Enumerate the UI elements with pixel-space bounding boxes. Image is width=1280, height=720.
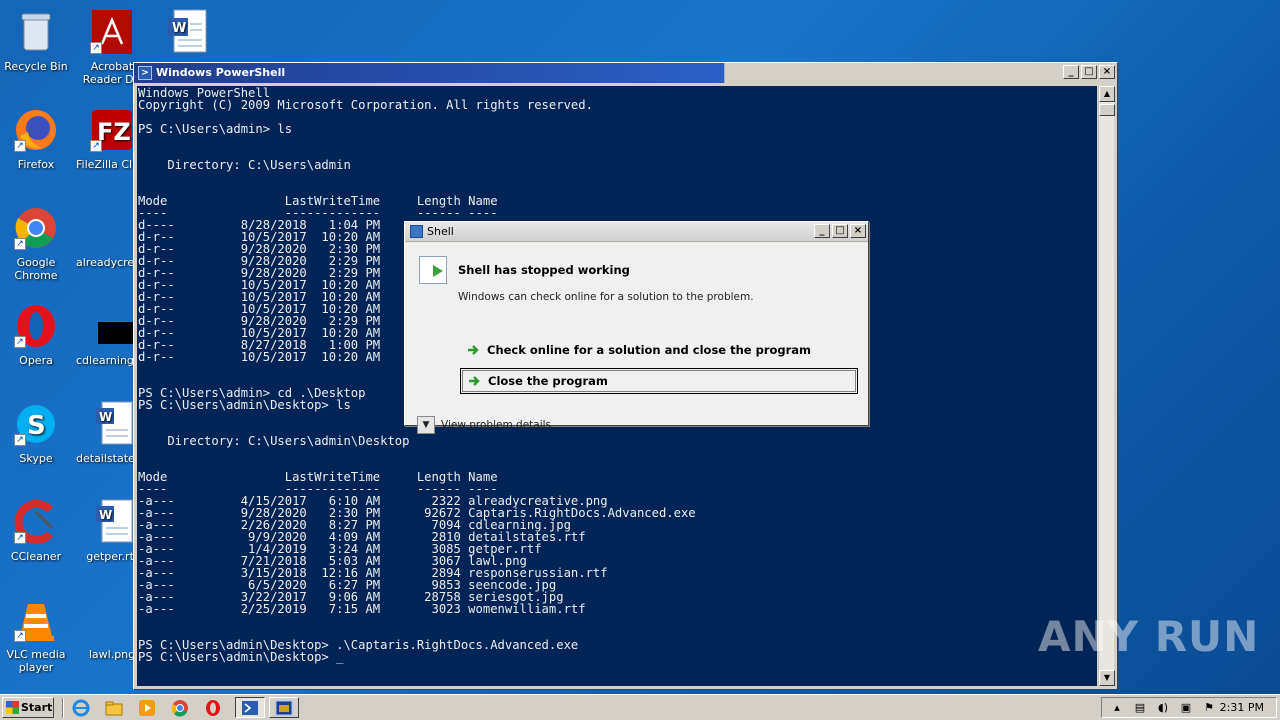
dialog-close-button[interactable]: × — [850, 224, 866, 238]
scroll-thumb[interactable] — [1099, 104, 1115, 116]
image-file-icon — [88, 204, 136, 252]
desktop-icon-firefox[interactable]: ↗ Firefox — [0, 106, 72, 171]
check-online-option[interactable]: Check online for a solution and close th… — [460, 338, 858, 364]
minimize-button[interactable]: _ — [1063, 65, 1079, 79]
image-file-icon — [88, 302, 138, 350]
svg-text:W: W — [99, 410, 112, 424]
svg-text:W: W — [99, 508, 112, 522]
volume-icon[interactable]: ◖) — [1155, 701, 1171, 714]
desktop-icon-opera[interactable]: ↗ Opera — [0, 302, 72, 367]
desktop-icon-recycle-bin[interactable]: Recycle Bin — [0, 8, 72, 73]
filezilla-icon: FZ ↗ — [88, 106, 136, 154]
image-file-icon — [88, 596, 136, 644]
shortcut-arrow-icon: ↗ — [14, 630, 26, 642]
internet-explorer-icon[interactable] — [70, 698, 92, 718]
shortcut-arrow-icon: ↗ — [90, 42, 102, 54]
start-button[interactable]: Start — [2, 697, 54, 718]
display-icon[interactable]: ▣ — [1178, 701, 1194, 714]
desktop-icon-word-doc-top[interactable]: W — [152, 8, 224, 60]
word-document-icon: W — [88, 400, 136, 448]
network-icon[interactable]: ▤ — [1132, 701, 1148, 714]
powershell-icon — [242, 700, 258, 715]
desktop-icon-label: CCleaner — [10, 550, 62, 563]
expand-tray-icon[interactable]: ▴ — [1109, 701, 1125, 714]
view-problem-details-toggle[interactable]: ▼ View problem details — [417, 416, 551, 434]
desktop-icon-label: VLC media player — [6, 648, 66, 674]
dialog-maximize-button[interactable]: □ — [832, 224, 848, 238]
dialog-heading: Shell has stopped working — [458, 263, 630, 277]
dialog-body: Shell has stopped working Windows can ch… — [405, 243, 868, 434]
view-details-label: View problem details — [441, 419, 552, 431]
opera-icon: ↗ — [12, 302, 60, 350]
desktop-icon-label: Recycle Bin — [4, 60, 68, 73]
dialog-subtext: Windows can check online for a solution … — [458, 291, 754, 303]
acrobat-icon: ↗ — [88, 8, 136, 56]
action-center-flag-icon[interactable]: ⚑ — [1201, 701, 1217, 714]
anyrun-watermark: ANY RUN — [1038, 612, 1260, 661]
dialog-title: Shell — [427, 225, 454, 238]
desktop-icon-label: Google Chrome — [14, 256, 58, 282]
shortcut-arrow-icon: ↗ — [14, 434, 26, 446]
taskbar: Start ▴ ▤ ◖) ▣ ⚑ 2:31 PM — [0, 694, 1280, 720]
green-arrow-icon — [468, 345, 479, 355]
vertical-scrollbar[interactable]: ▲ ▼ — [1098, 86, 1115, 686]
green-arrow-icon — [469, 376, 480, 386]
word-document-icon: W — [88, 498, 136, 546]
shell-window-icon — [275, 700, 293, 715]
window-title: Windows PowerShell — [156, 66, 286, 79]
shortcut-arrow-icon: ↗ — [14, 238, 26, 250]
close-program-label: Close the program — [488, 374, 608, 388]
recycle-bin-icon — [12, 8, 60, 56]
skype-icon: S ↗ — [12, 400, 60, 448]
close-program-option[interactable]: Close the program — [460, 368, 858, 394]
shortcut-arrow-icon: ↗ — [14, 140, 26, 152]
taskbar-shell-button[interactable] — [269, 697, 299, 718]
dialog-titlebar[interactable]: Shell _ □ × — [405, 222, 868, 242]
svg-text:W: W — [172, 21, 186, 36]
scroll-up-arrow-icon[interactable]: ▲ — [1099, 86, 1115, 102]
vlc-icon: ↗ — [12, 596, 60, 644]
word-document-icon: W — [164, 8, 212, 56]
shell-icon — [410, 225, 423, 238]
scroll-down-arrow-icon[interactable]: ▼ — [1099, 670, 1115, 686]
powershell-icon: > — [138, 66, 152, 80]
system-tray: ▴ ▤ ◖) ▣ ⚑ 2:31 PM — [1101, 697, 1277, 718]
desktop-icon-google-chrome[interactable]: ↗ Google Chrome — [0, 204, 72, 282]
chevron-down-icon[interactable]: ▼ — [417, 416, 435, 434]
ccleaner-icon: ↗ — [12, 498, 60, 546]
chrome-icon[interactable] — [169, 698, 191, 718]
desktop-icon-skype[interactable]: S ↗ Skype — [0, 400, 72, 465]
shortcut-arrow-icon: ↗ — [14, 532, 26, 544]
desktop-icon-label: Firefox — [17, 158, 55, 171]
desktop-icon-label: Skype — [19, 452, 53, 465]
close-button[interactable]: × — [1099, 65, 1115, 79]
chrome-icon: ↗ — [12, 204, 60, 252]
start-label: Start — [21, 701, 53, 714]
firefox-icon: ↗ — [12, 106, 60, 154]
clock[interactable]: 2:31 PM — [1220, 701, 1264, 714]
desktop-icon-label: Opera — [19, 354, 53, 367]
taskbar-powershell-button[interactable] — [235, 697, 265, 718]
windows-logo-icon — [6, 701, 19, 714]
svg-text:S: S — [27, 411, 46, 441]
check-online-label: Check online for a solution and close th… — [487, 343, 812, 357]
file-explorer-icon[interactable] — [103, 698, 125, 718]
shortcut-arrow-icon: ↗ — [90, 140, 102, 152]
svg-text:FZ: FZ — [97, 118, 131, 146]
desktop-icon-vlc[interactable]: ↗ VLC media player — [0, 596, 72, 674]
shell-crash-dialog[interactable]: Shell _ □ × Shell has stopped working Wi… — [404, 221, 869, 434]
desktop-icon-ccleaner[interactable]: ↗ CCleaner — [0, 498, 72, 563]
application-icon — [419, 256, 447, 284]
powershell-titlebar[interactable]: > Windows PowerShell _ □ × — [134, 63, 1117, 83]
taskbar-separator — [62, 697, 64, 718]
maximize-button[interactable]: □ — [1081, 65, 1097, 79]
media-player-icon[interactable] — [136, 698, 158, 718]
shortcut-arrow-icon: ↗ — [14, 336, 26, 348]
dialog-minimize-button[interactable]: _ — [814, 224, 830, 238]
opera-icon[interactable] — [202, 698, 224, 718]
